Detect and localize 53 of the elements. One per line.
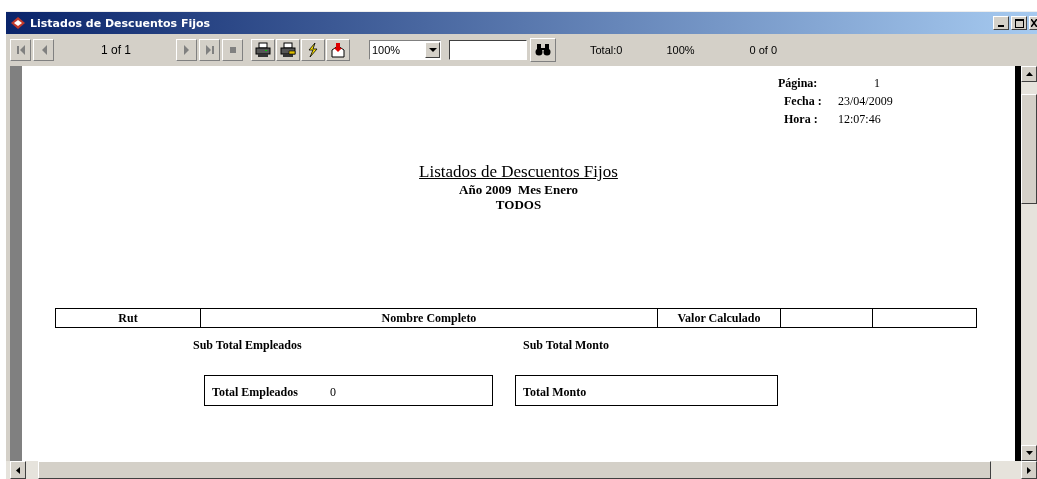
scroll-down-button[interactable] — [1021, 445, 1037, 461]
vertical-scrollbar[interactable] — [1021, 66, 1037, 461]
column-header: Rut — [56, 309, 201, 327]
export-button[interactable] — [326, 39, 350, 61]
field-value: 12:07:46 — [838, 111, 881, 127]
app-icon — [10, 16, 26, 30]
subtotal-label: Sub Total Monto — [523, 338, 610, 353]
total-label: Total Monto — [523, 385, 587, 400]
report-title: Listados de Descuentos Fijos — [419, 162, 618, 182]
scroll-right-button[interactable] — [1021, 461, 1037, 479]
scrollbar-thumb[interactable] — [1021, 94, 1037, 204]
total-count: Total:0 — [590, 44, 623, 56]
column-header: Nombre Completo — [201, 309, 658, 327]
print-button[interactable] — [251, 39, 275, 61]
lightning-icon — [305, 42, 321, 58]
down-arrow-icon — [1025, 451, 1033, 455]
printer-setup-button[interactable] — [276, 39, 300, 61]
field-label: Hora : — [784, 111, 819, 127]
field-value: 1 — [873, 75, 880, 91]
maximize-button[interactable] — [1011, 16, 1027, 30]
minimize-button[interactable] — [993, 16, 1009, 30]
search-field[interactable] — [449, 40, 527, 60]
dropdown-arrow-icon — [428, 47, 437, 53]
scroll-left-button[interactable] — [10, 461, 26, 479]
scroll-up-button[interactable] — [1021, 66, 1037, 82]
column-header: Valor Calculado — [658, 309, 781, 327]
skip-forward-icon — [203, 44, 216, 56]
printer-plug-icon — [280, 42, 296, 58]
subtotal-label: Sub Total Empleados — [193, 338, 303, 353]
field-label: Fecha : — [784, 93, 823, 109]
printer-icon — [255, 42, 271, 58]
page-indicator: 1 of 1 — [100, 43, 132, 57]
binoculars-icon — [535, 43, 551, 57]
record-count: 0 of 0 — [749, 44, 778, 56]
left-arrow-icon — [16, 466, 20, 474]
total-label: Total Empleados — [212, 385, 298, 400]
zoom-dropdown[interactable]: 100% — [369, 40, 441, 60]
window-title: Listados de Descuentos Fijos — [30, 16, 211, 30]
percent-label: 100% — [666, 44, 695, 56]
report-subtitle: Año 2009 Mes Enero — [459, 182, 578, 197]
up-arrow-icon — [1025, 72, 1033, 76]
skip-back-icon — [14, 44, 27, 56]
inbox-arrow-icon — [330, 42, 346, 58]
total-value: 0 — [329, 385, 336, 400]
search-button[interactable] — [530, 38, 556, 62]
refresh-button[interactable] — [301, 39, 325, 61]
maximize-icon — [1014, 18, 1024, 28]
close-button[interactable] — [1029, 16, 1037, 30]
right-arrow-icon — [1027, 466, 1031, 474]
report-filter: TODOS — [495, 197, 542, 212]
field-value: 23/04/2009 — [838, 93, 893, 109]
field-label: Página: — [778, 75, 819, 91]
close-icon — [1031, 19, 1037, 27]
